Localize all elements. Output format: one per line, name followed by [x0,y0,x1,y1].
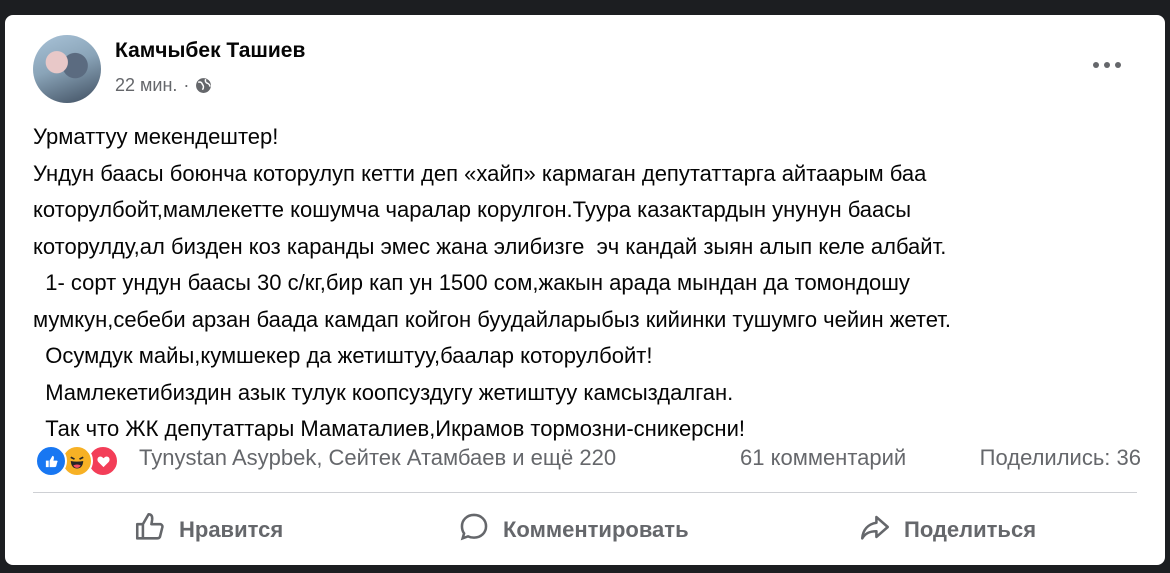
thumbs-up-icon [133,510,167,550]
post-time[interactable]: 22 мин. [115,75,177,96]
globe-icon [195,77,212,94]
more-icon[interactable] [1087,51,1127,79]
post-text: Урматтуу мекендештер! Ундун баасы боюнча … [33,119,1143,448]
post-line: которулбойт,мамлекетте кошумча чаралар к… [33,197,912,222]
comment-label: Комментировать [503,517,689,542]
comments-count[interactable]: 61 комментарий [740,445,906,471]
post-line: Ундун баасы боюнча которулуп кетти деп «… [33,160,927,186]
like-reaction-icon [35,445,67,477]
post-line: мумкун,себеби арзан баада камдап койгон … [33,306,952,332]
post-meta: 22 мин. · [115,75,212,96]
share-button[interactable]: Поделиться [858,505,1036,555]
comment-bubble-icon [457,510,491,550]
reactions-row: Tynystan Asypbek, Сейтек Атамбаев и ещё … [35,442,1141,477]
like-button[interactable]: Нравится [133,505,283,555]
post-line: 1- сорт ундун баасы 30 с/кг,бир кап ун 1… [33,270,910,295]
share-label: Поделиться [904,517,1037,542]
reactors-list[interactable]: Tynystan Asypbek, Сейтек Атамбаев и ещё … [139,445,616,471]
meta-separator: · [183,75,190,95]
post-card: Камчыбек Ташиев 22 мин. · Урматтуу мекен… [5,15,1165,565]
comment-button[interactable]: Комментировать [457,505,689,555]
post-line: Мамлекетибиздин азык тулук коопсуздугу ж… [33,379,734,405]
post-line: которулду,ал бизден коз каранды эмес жан… [33,233,947,259]
author-name[interactable]: Камчыбек Ташиев [115,39,305,63]
post-line: Осумдук майы,кумшекер да жетиштуу,баалар… [33,343,653,368]
like-label: Нравится [179,517,284,542]
share-arrow-icon [858,510,892,550]
post-line: Урматтуу мекендештер! [33,124,279,149]
divider [33,492,1137,493]
shares-count[interactable]: Поделились: 36 [980,445,1141,471]
author-avatar[interactable] [33,35,101,103]
reaction-icons[interactable] [35,445,119,477]
